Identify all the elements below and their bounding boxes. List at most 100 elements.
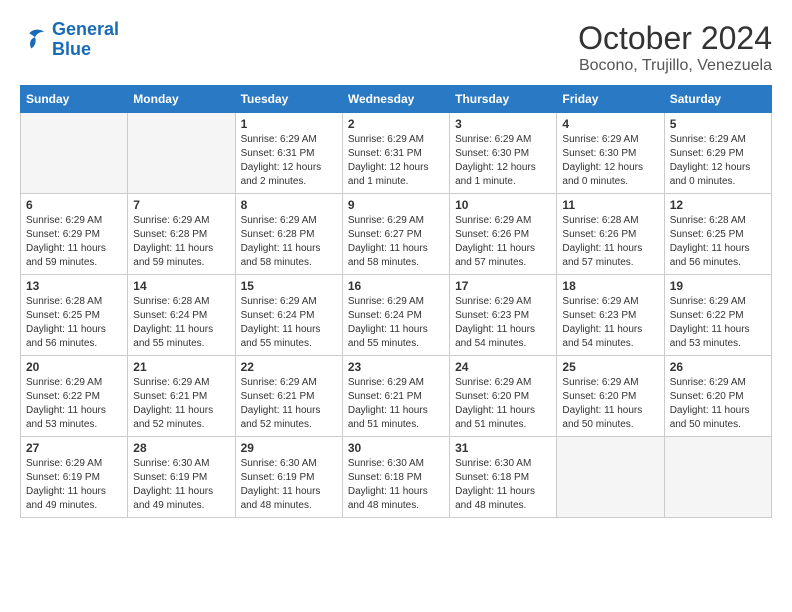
column-header-monday: Monday <box>128 86 235 113</box>
day-number: 16 <box>348 279 444 293</box>
calendar-week-2: 6Sunrise: 6:29 AMSunset: 6:29 PMDaylight… <box>21 194 772 275</box>
calendar-week-4: 20Sunrise: 6:29 AMSunset: 6:22 PMDayligh… <box>21 356 772 437</box>
day-number: 11 <box>562 198 658 212</box>
day-number: 31 <box>455 441 551 455</box>
calendar-cell: 6Sunrise: 6:29 AMSunset: 6:29 PMDaylight… <box>21 194 128 275</box>
day-number: 14 <box>133 279 229 293</box>
calendar-cell: 26 Sunrise: 6:29 AMSunset: 6:20 PMDayligh… <box>664 356 771 437</box>
calendar-cell: 5Sunrise: 6:29 AMSunset: 6:29 PMDaylight… <box>664 113 771 194</box>
calendar-cell: 2 Sunrise: 6:29 AMSunset: 6:31 PMDaylight… <box>342 113 449 194</box>
day-info: Sunrise: 6:30 AMSunset: 6:18 PMDaylight:… <box>348 457 444 513</box>
day-number: 29 <box>241 441 337 455</box>
day-number: 28 <box>133 441 229 455</box>
day-info: Sunrise: 6:29 AMSunset: 6:20 PMDaylight:… <box>455 376 551 432</box>
calendar-cell: 9 Sunrise: 6:29 AMSunset: 6:27 PMDaylight… <box>342 194 449 275</box>
day-number: 15 <box>241 279 337 293</box>
calendar-cell: 31 Sunrise: 6:30 AMSunset: 6:18 PMDayligh… <box>450 437 557 518</box>
calendar-cell: 4Sunrise: 6:29 AMSunset: 6:30 PMDaylight… <box>557 113 664 194</box>
calendar-cell: 16Sunrise: 6:29 AMSunset: 6:24 PMDayligh… <box>342 275 449 356</box>
calendar-cell: 30 Sunrise: 6:30 AMSunset: 6:18 PMDayligh… <box>342 437 449 518</box>
calendar-cell: 3 Sunrise: 6:29 AMSunset: 6:30 PMDaylight… <box>450 113 557 194</box>
day-info: Sunrise: 6:29 AMSunset: 6:21 PMDaylight:… <box>241 376 337 432</box>
calendar-cell: 22Sunrise: 6:29 AMSunset: 6:21 PMDayligh… <box>235 356 342 437</box>
day-info: Sunrise: 6:29 AMSunset: 6:31 PMDaylight:… <box>241 133 337 189</box>
day-number: 9 <box>348 198 444 212</box>
logo: General Blue <box>20 20 119 60</box>
day-number: 12 <box>670 198 766 212</box>
column-header-friday: Friday <box>557 86 664 113</box>
calendar-week-5: 27Sunrise: 6:29 AMSunset: 6:19 PMDayligh… <box>21 437 772 518</box>
day-number: 6 <box>26 198 122 212</box>
calendar-cell: 28 Sunrise: 6:30 AMSunset: 6:19 PMDayligh… <box>128 437 235 518</box>
calendar-cell <box>557 437 664 518</box>
day-info: Sunrise: 6:29 AMSunset: 6:20 PMDaylight:… <box>562 376 658 432</box>
calendar-cell: 25 Sunrise: 6:29 AMSunset: 6:20 PMDayligh… <box>557 356 664 437</box>
day-info: Sunrise: 6:29 AMSunset: 6:26 PMDaylight:… <box>455 214 551 270</box>
calendar-cell <box>664 437 771 518</box>
day-info: Sunrise: 6:29 AMSunset: 6:19 PMDaylight:… <box>26 457 122 513</box>
day-number: 13 <box>26 279 122 293</box>
calendar-week-3: 13Sunrise: 6:28 AMSunset: 6:25 PMDayligh… <box>21 275 772 356</box>
calendar-cell: 8 Sunrise: 6:29 AMSunset: 6:28 PMDaylight… <box>235 194 342 275</box>
day-number: 5 <box>670 117 766 131</box>
calendar-cell <box>21 113 128 194</box>
header-row: SundayMondayTuesdayWednesdayThursdayFrid… <box>21 86 772 113</box>
day-number: 2 <box>348 117 444 131</box>
day-info: Sunrise: 6:29 AMSunset: 6:24 PMDaylight:… <box>241 295 337 351</box>
day-info: Sunrise: 6:29 AMSunset: 6:23 PMDaylight:… <box>562 295 658 351</box>
day-number: 25 <box>562 360 658 374</box>
day-number: 20 <box>26 360 122 374</box>
day-info: Sunrise: 6:28 AMSunset: 6:24 PMDaylight:… <box>133 295 229 351</box>
column-header-sunday: Sunday <box>21 86 128 113</box>
day-info: Sunrise: 6:29 AMSunset: 6:31 PMDaylight:… <box>348 133 444 189</box>
calendar-cell: 21 Sunrise: 6:29 AMSunset: 6:21 PMDayligh… <box>128 356 235 437</box>
day-info: Sunrise: 6:28 AMSunset: 6:26 PMDaylight:… <box>562 214 658 270</box>
day-number: 17 <box>455 279 551 293</box>
day-number: 26 <box>670 360 766 374</box>
calendar-cell: 7 Sunrise: 6:29 AMSunset: 6:28 PMDaylight… <box>128 194 235 275</box>
calendar-cell: 11 Sunrise: 6:28 AMSunset: 6:26 PMDayligh… <box>557 194 664 275</box>
day-number: 10 <box>455 198 551 212</box>
calendar-cell: 15 Sunrise: 6:29 AMSunset: 6:24 PMDayligh… <box>235 275 342 356</box>
day-info: Sunrise: 6:29 AMSunset: 6:27 PMDaylight:… <box>348 214 444 270</box>
logo-line1: General <box>52 19 119 39</box>
calendar-cell: 19 Sunrise: 6:29 AMSunset: 6:22 PMDayligh… <box>664 275 771 356</box>
day-info: Sunrise: 6:29 AMSunset: 6:20 PMDaylight:… <box>670 376 766 432</box>
day-info: Sunrise: 6:29 AMSunset: 6:22 PMDaylight:… <box>670 295 766 351</box>
day-number: 8 <box>241 198 337 212</box>
day-number: 19 <box>670 279 766 293</box>
day-info: Sunrise: 6:29 AMSunset: 6:21 PMDaylight:… <box>348 376 444 432</box>
calendar-cell: 12 Sunrise: 6:28 AMSunset: 6:25 PMDayligh… <box>664 194 771 275</box>
day-info: Sunrise: 6:29 AMSunset: 6:23 PMDaylight:… <box>455 295 551 351</box>
day-number: 18 <box>562 279 658 293</box>
logo-icon <box>20 26 48 54</box>
day-number: 30 <box>348 441 444 455</box>
title-area: October 2024 Bocono, Trujillo, Venezuela <box>578 20 772 75</box>
logo-text: General Blue <box>52 20 119 60</box>
day-info: Sunrise: 6:29 AMSunset: 6:28 PMDaylight:… <box>241 214 337 270</box>
page-header: General Blue October 2024 Bocono, Trujil… <box>20 20 772 75</box>
column-header-thursday: Thursday <box>450 86 557 113</box>
calendar-cell: 17 Sunrise: 6:29 AMSunset: 6:23 PMDayligh… <box>450 275 557 356</box>
day-number: 24 <box>455 360 551 374</box>
day-info: Sunrise: 6:28 AMSunset: 6:25 PMDaylight:… <box>670 214 766 270</box>
day-number: 3 <box>455 117 551 131</box>
day-info: Sunrise: 6:29 AMSunset: 6:21 PMDaylight:… <box>133 376 229 432</box>
day-number: 1 <box>241 117 337 131</box>
column-header-saturday: Saturday <box>664 86 771 113</box>
day-number: 7 <box>133 198 229 212</box>
day-info: Sunrise: 6:29 AMSunset: 6:28 PMDaylight:… <box>133 214 229 270</box>
location: Bocono, Trujillo, Venezuela <box>578 57 772 75</box>
day-number: 23 <box>348 360 444 374</box>
day-info: Sunrise: 6:30 AMSunset: 6:18 PMDaylight:… <box>455 457 551 513</box>
calendar-cell: 14 Sunrise: 6:28 AMSunset: 6:24 PMDayligh… <box>128 275 235 356</box>
calendar-cell: 1 Sunrise: 6:29 AMSunset: 6:31 PMDaylight… <box>235 113 342 194</box>
day-number: 21 <box>133 360 229 374</box>
calendar-table: SundayMondayTuesdayWednesdayThursdayFrid… <box>20 85 772 518</box>
calendar-cell: 24 Sunrise: 6:29 AMSunset: 6:20 PMDayligh… <box>450 356 557 437</box>
column-header-tuesday: Tuesday <box>235 86 342 113</box>
day-info: Sunrise: 6:30 AMSunset: 6:19 PMDaylight:… <box>241 457 337 513</box>
day-info: Sunrise: 6:29 AMSunset: 6:30 PMDaylight:… <box>455 133 551 189</box>
day-info: Sunrise: 6:29 AMSunset: 6:30 PMDaylight:… <box>562 133 658 189</box>
day-info: Sunrise: 6:30 AMSunset: 6:19 PMDaylight:… <box>133 457 229 513</box>
